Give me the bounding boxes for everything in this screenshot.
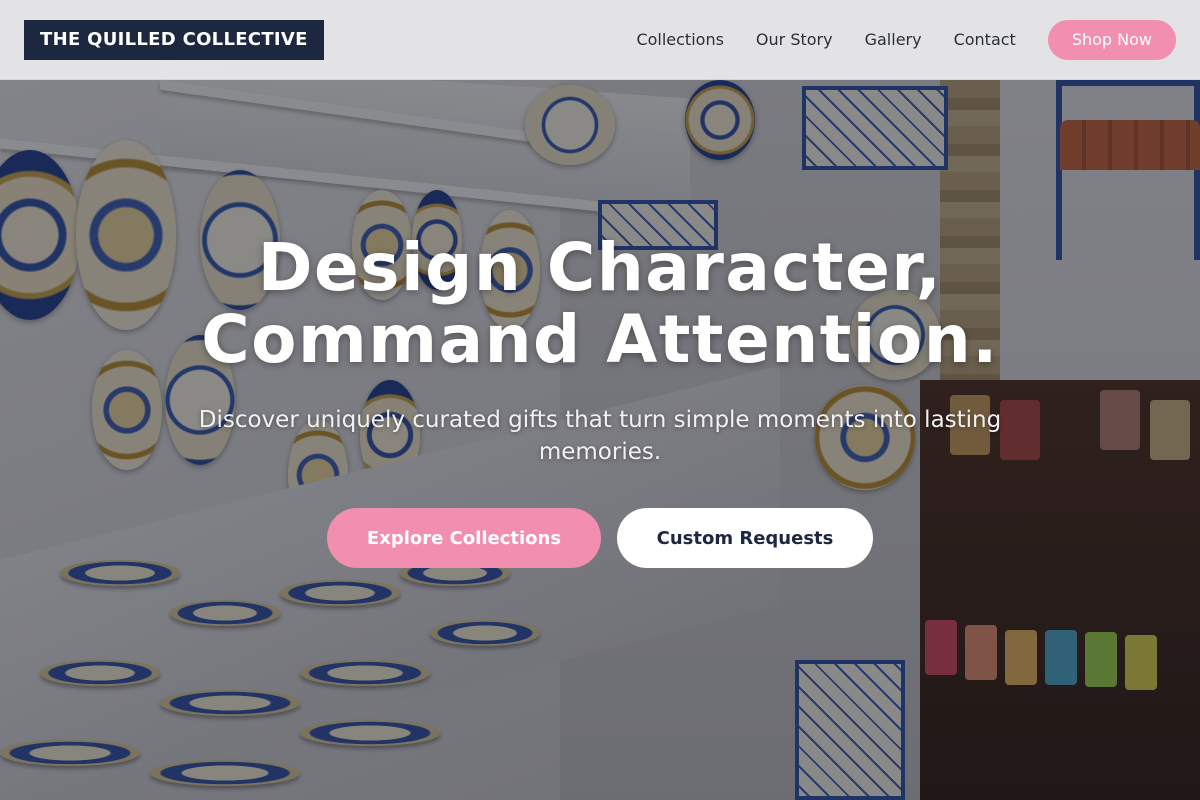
hero-content: Design Character, Command Attention. Dis…: [0, 232, 1200, 568]
nav-link-collections[interactable]: Collections: [636, 30, 723, 49]
nav-link-contact[interactable]: Contact: [954, 30, 1016, 49]
explore-collections-button[interactable]: Explore Collections: [327, 508, 601, 568]
headline-line-1: Design Character,: [257, 229, 943, 306]
headline-line-2: Command Attention.: [201, 301, 999, 378]
brand-logo[interactable]: THE QUILLED COLLECTIVE: [24, 19, 324, 60]
top-navigation: THE QUILLED COLLECTIVE Collections Our S…: [0, 0, 1200, 80]
nav-link-our-story[interactable]: Our Story: [756, 30, 833, 49]
nav-link-gallery[interactable]: Gallery: [865, 30, 922, 49]
shop-now-button[interactable]: Shop Now: [1047, 19, 1176, 60]
hero-subtitle: Discover uniquely curated gifts that tur…: [198, 407, 1002, 465]
custom-requests-button[interactable]: Custom Requests: [617, 508, 873, 568]
nav-links: Collections Our Story Gallery Contact Sh…: [636, 19, 1176, 60]
hero-headline: Design Character, Command Attention.: [0, 232, 1200, 376]
hero-cta-group: Explore Collections Custom Requests: [0, 508, 1200, 568]
